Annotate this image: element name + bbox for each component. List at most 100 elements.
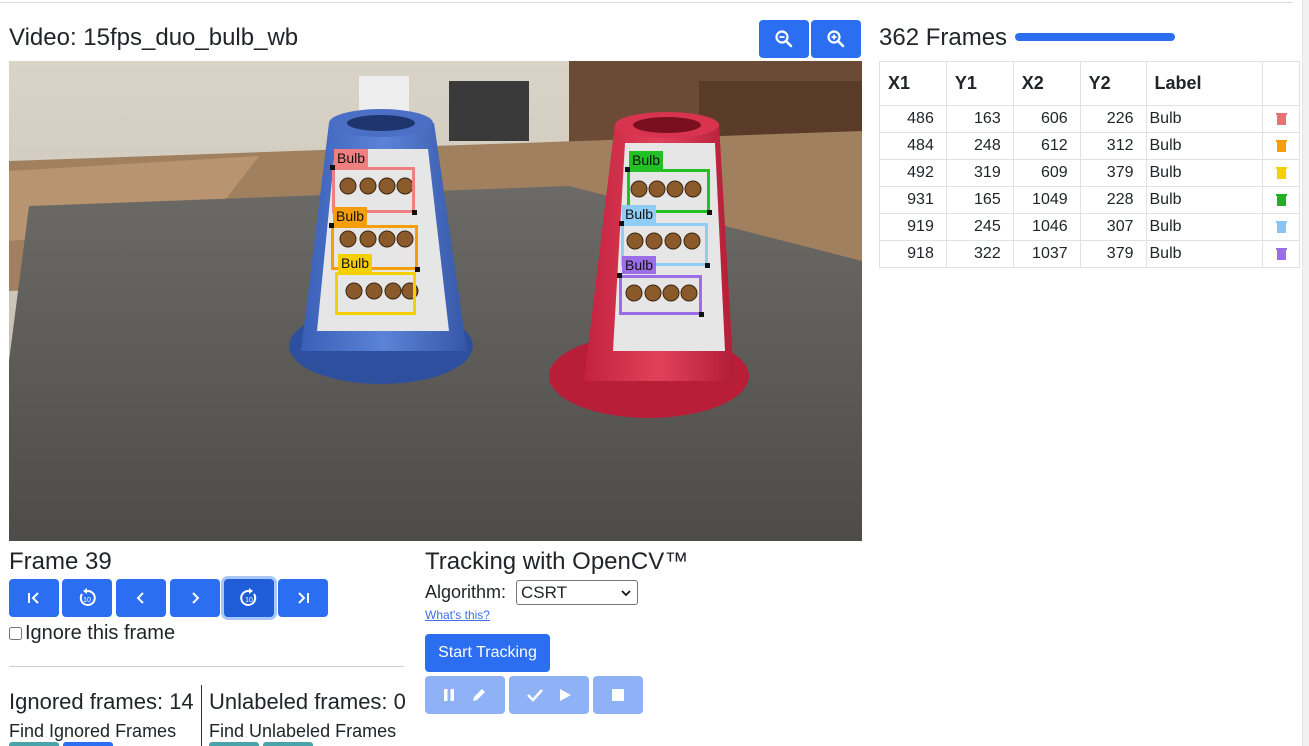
cell-x1: 919 <box>879 213 947 241</box>
trash-icon[interactable] <box>1275 248 1287 260</box>
cell-y2: 379 <box>1079 159 1147 187</box>
pause-edit-button[interactable] <box>425 676 505 714</box>
resize-handle[interactable] <box>415 267 420 272</box>
bbox-2-label: Bulb <box>333 207 368 225</box>
trash-icon[interactable] <box>1275 113 1287 125</box>
bbox-6-label: Bulb <box>622 256 657 274</box>
find-ignored-next-button[interactable] <box>63 742 113 746</box>
next-frame-button[interactable] <box>170 579 220 617</box>
cell-delete <box>1262 186 1300 214</box>
resize-handle[interactable] <box>329 223 334 228</box>
next-frame-icon <box>192 592 200 604</box>
zoom-in-button[interactable] <box>811 20 861 58</box>
back-10-icon: 10 <box>79 588 96 606</box>
cell-y1: 245 <box>945 213 1014 241</box>
zoom-out-icon <box>775 30 793 48</box>
start-tracking-button[interactable]: Start Tracking <box>425 634 550 672</box>
ignore-frame-row[interactable]: Ignore this frame <box>9 622 175 645</box>
last-frame-icon <box>298 592 309 604</box>
forward-10-icon: 10 <box>240 588 257 606</box>
tracking-title: Tracking with OpenCV™ <box>425 548 689 575</box>
cell-delete <box>1262 159 1300 187</box>
trash-icon[interactable] <box>1275 140 1287 152</box>
cell-y2: 228 <box>1079 186 1147 214</box>
stats-divider <box>201 685 202 746</box>
table-row[interactable]: 492 319 609 379 Bulb <box>879 159 1300 187</box>
first-frame-button[interactable] <box>9 579 59 617</box>
table-row[interactable]: 919 245 1046 307 Bulb <box>879 213 1300 241</box>
trash-icon[interactable] <box>1275 194 1287 206</box>
find-unlabeled-prev-button[interactable] <box>209 742 259 746</box>
trash-icon[interactable] <box>1275 167 1287 179</box>
cell-label[interactable]: Bulb <box>1145 105 1264 133</box>
check-icon <box>527 689 543 702</box>
frames-progress-bar <box>1015 33 1175 41</box>
zoom-in-icon <box>827 30 845 48</box>
zoom-out-button[interactable] <box>759 20 809 58</box>
section-divider <box>9 666 404 667</box>
cell-delete <box>1262 240 1300 268</box>
cell-x2: 1049 <box>1012 186 1081 214</box>
bbox-3-label: Bulb <box>338 254 373 272</box>
cell-x2: 609 <box>1012 159 1081 187</box>
cell-label[interactable]: Bulb <box>1145 159 1264 187</box>
stop-button[interactable] <box>593 676 643 714</box>
bbox-4-label: Bulb <box>629 151 664 169</box>
table-row[interactable]: 918 322 1037 379 Bulb <box>879 240 1300 268</box>
col-y1: Y1 <box>945 61 1014 106</box>
table-row[interactable]: 486 163 606 226 Bulb <box>879 105 1300 133</box>
bbox-6[interactable] <box>619 275 702 315</box>
col-label: Label <box>1145 61 1264 106</box>
cell-x1: 492 <box>879 159 947 187</box>
cell-x2: 612 <box>1012 132 1081 160</box>
find-ignored-frames-label: Find Ignored Frames <box>9 721 177 741</box>
stop-icon <box>612 689 624 701</box>
bbox-3[interactable] <box>335 272 416 315</box>
col-actions <box>1262 61 1300 106</box>
video-frame[interactable]: Bulb Bulb Bulb Bulb Bulb Bulb <box>9 61 862 541</box>
algorithm-label: Algorithm: <box>425 582 507 602</box>
unlabeled-frames-count: Unlabeled frames: 0 <box>209 689 406 714</box>
page-scrollbar[interactable] <box>1302 0 1309 746</box>
cell-x2: 606 <box>1012 105 1081 133</box>
chevron-down-icon <box>621 589 631 596</box>
resize-handle[interactable] <box>330 165 335 170</box>
col-y2: Y2 <box>1079 61 1147 106</box>
bbox-5-label: Bulb <box>622 205 657 223</box>
cell-label[interactable]: Bulb <box>1145 240 1264 268</box>
resize-handle[interactable] <box>707 210 712 215</box>
cell-delete <box>1262 213 1300 241</box>
cell-label[interactable]: Bulb <box>1145 132 1264 160</box>
last-frame-button[interactable] <box>278 579 328 617</box>
cell-label[interactable]: Bulb <box>1145 186 1264 214</box>
cell-y2: 379 <box>1079 240 1147 268</box>
accept-play-button[interactable] <box>509 676 589 714</box>
find-unlabeled-next-button[interactable] <box>263 742 313 746</box>
boxes-table: X1 Y1 X2 Y2 Label 486 163 606 226 Bulb 484 248… <box>879 61 1300 268</box>
video-title: Video: 15fps_duo_bulb_wb <box>9 24 299 51</box>
table-row[interactable]: 931 165 1049 228 Bulb <box>879 186 1300 214</box>
find-ignored-prev-button[interactable] <box>9 742 59 746</box>
pencil-icon <box>473 689 485 701</box>
back-10-button[interactable]: 10 <box>62 579 112 617</box>
previous-frame-button[interactable] <box>116 579 166 617</box>
col-x2: X2 <box>1012 61 1081 106</box>
resize-handle[interactable] <box>699 312 704 317</box>
ignore-frame-label: Ignore this frame <box>25 622 176 644</box>
resize-handle[interactable] <box>705 263 710 268</box>
whats-this-link[interactable]: What's this? <box>425 608 490 622</box>
table-row[interactable]: 484 248 612 312 Bulb <box>879 132 1300 160</box>
resize-handle[interactable] <box>625 167 630 172</box>
first-frame-icon <box>28 592 39 604</box>
cell-y2: 226 <box>1079 105 1147 133</box>
resize-handle[interactable] <box>619 221 624 226</box>
cell-label[interactable]: Bulb <box>1145 213 1264 241</box>
find-unlabeled-frames-label: Find Unlabeled Frames <box>209 721 397 741</box>
resize-handle[interactable] <box>617 273 622 278</box>
ignore-frame-checkbox[interactable] <box>9 627 22 640</box>
algorithm-select[interactable]: CSRT <box>516 580 638 605</box>
cell-x2: 1046 <box>1012 213 1081 241</box>
trash-icon[interactable] <box>1275 221 1287 233</box>
resize-handle[interactable] <box>412 210 417 215</box>
forward-10-button[interactable]: 10 <box>224 579 274 617</box>
